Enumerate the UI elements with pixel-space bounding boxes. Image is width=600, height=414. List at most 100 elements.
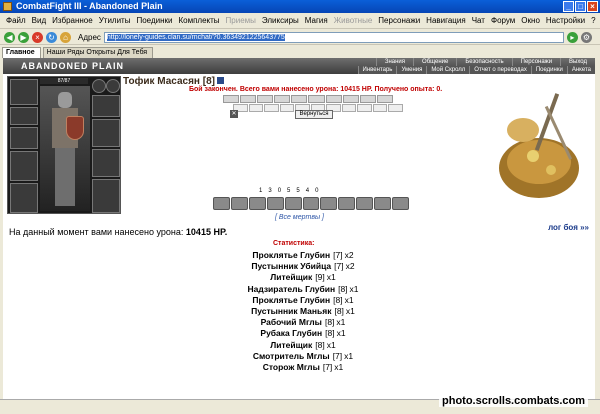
kill-row: Пустынник Убийца [7] x2 xyxy=(203,261,403,272)
skill-icon[interactable] xyxy=(302,197,320,210)
kill-level: [7] xyxy=(322,361,333,372)
menu-item[interactable]: Персонажи xyxy=(375,16,423,25)
skill-icon[interactable] xyxy=(320,197,338,210)
game-subnav-item[interactable]: Умения xyxy=(396,66,427,74)
back-arrow-icon[interactable]: ◀ xyxy=(4,31,15,43)
skill-icon[interactable] xyxy=(266,197,284,210)
kill-row: Проклятье Глубин [7] x2 xyxy=(203,250,403,261)
ring-slot[interactable] xyxy=(106,79,120,93)
bracer-slot[interactable] xyxy=(92,149,120,177)
kill-level: [7] xyxy=(332,350,343,361)
fight-log-link[interactable]: лог боя »» xyxy=(548,223,589,232)
skill-icon[interactable] xyxy=(248,197,266,210)
kill-row: Рабочий Мглы [8] x1 xyxy=(203,317,403,328)
close-fight-icon[interactable]: ✕ xyxy=(230,110,238,118)
info-icon[interactable] xyxy=(216,77,224,84)
character-panel: 87/87 xyxy=(7,76,121,214)
menu-item[interactable]: Поединки xyxy=(133,16,175,25)
all-dead-link[interactable]: [ Все мертвы ] xyxy=(275,214,324,221)
minimize-icon[interactable]: _ xyxy=(563,1,574,12)
go-icon[interactable]: ▸ xyxy=(566,31,578,43)
kill-row: Литейщик [8] x1 xyxy=(203,340,403,351)
close-icon[interactable]: × xyxy=(587,1,598,12)
helmet-slot[interactable] xyxy=(10,79,38,105)
skill-icon[interactable] xyxy=(213,197,230,210)
tab-guild[interactable]: Наши Ряды Открыты Для Тебя xyxy=(42,47,154,58)
menu-item[interactable]: Приемы xyxy=(223,16,259,25)
menu-item[interactable]: ? xyxy=(588,16,598,25)
ring-slot[interactable] xyxy=(92,79,106,93)
menu-item[interactable]: Эликсиры xyxy=(259,16,302,25)
game-subnav-item[interactable]: Отчет о переводах xyxy=(469,66,531,74)
menu-item[interactable]: Комплекты xyxy=(175,16,222,25)
menu-bar: Файл Вид Избранное Утилиты Поединки Комплекты… xyxy=(0,13,600,29)
menu-item[interactable]: Навигация xyxy=(423,16,469,25)
browser-window: CombatFight III - Abandoned Plain _ □ × … xyxy=(0,0,600,414)
skill-bar xyxy=(213,197,409,210)
game-subnav-item[interactable]: Инвентарь xyxy=(357,66,397,74)
kill-count: x1 xyxy=(349,283,359,294)
game-subnav-item[interactable]: Поединки xyxy=(530,66,567,74)
stat-value: 0 xyxy=(277,188,282,194)
game-header: ABANDONED PLAIN Знания Общение Безопасност… xyxy=(3,58,595,74)
kill-count: x1 xyxy=(344,350,354,361)
address-label: Адрес xyxy=(78,32,101,42)
kill-name: Проклятье Глубин xyxy=(252,294,331,305)
kill-level: [8] xyxy=(324,317,335,328)
sword-slot[interactable] xyxy=(10,151,38,181)
kill-count: x1 xyxy=(326,339,336,350)
stat-value: 1 xyxy=(259,188,263,194)
kill-name: Рабочий Мглы xyxy=(260,317,322,328)
character-figure xyxy=(40,86,90,211)
boots-slot[interactable] xyxy=(92,179,120,213)
address-input[interactable]: http://lonely-guides.clan.su/mchat/?0.36… xyxy=(103,31,564,43)
skill-icon[interactable] xyxy=(374,197,392,210)
skill-icon[interactable] xyxy=(356,197,374,210)
nav-toolbar: ◀ ▶ × ↻ ⌂ Адрес http://lonely-guides.cla… xyxy=(0,30,600,45)
kill-level: [8] xyxy=(338,283,348,294)
kill-level: [8] xyxy=(334,305,344,316)
tab-main[interactable]: Главное xyxy=(2,47,41,58)
weapon-slot[interactable] xyxy=(10,127,38,149)
watermark: photo.scrolls.combats.com xyxy=(439,395,589,407)
menu-item[interactable]: Утилиты xyxy=(96,16,134,25)
stop-icon[interactable]: × xyxy=(32,31,43,43)
figure-legs xyxy=(55,148,75,206)
loot-bag-icon xyxy=(499,93,579,198)
gloves-slot[interactable] xyxy=(92,95,120,117)
menu-item[interactable]: Форум xyxy=(488,16,518,25)
game-subnav-item[interactable]: Анкета xyxy=(566,66,595,74)
menu-item[interactable]: Окно xyxy=(518,16,543,25)
skill-icon[interactable] xyxy=(392,197,409,210)
menu-item[interactable]: Вид xyxy=(29,16,49,25)
refresh-icon[interactable]: ↻ xyxy=(46,31,57,43)
menu-item[interactable]: Чат xyxy=(469,16,488,25)
settings-icon[interactable]: ⚙ xyxy=(580,31,592,43)
kill-count: x1 xyxy=(334,361,344,372)
forward-arrow-icon[interactable]: ▶ xyxy=(18,31,29,43)
maximize-icon[interactable]: □ xyxy=(575,1,586,12)
menu-item[interactable]: Животные xyxy=(331,16,376,25)
back-button[interactable]: Вернуться xyxy=(295,110,333,119)
browser-tabs: Главное Наши Ряды Открыты Для Тебя xyxy=(0,46,600,58)
kill-level: [8] xyxy=(325,328,335,339)
skill-icon[interactable] xyxy=(284,197,302,210)
game-subnav-item[interactable]: Мой Скролл xyxy=(426,66,470,74)
amulet-slot[interactable] xyxy=(10,107,38,125)
home-icon[interactable]: ⌂ xyxy=(60,31,71,43)
kill-name: Проклятье Глубин xyxy=(252,250,331,260)
menu-item[interactable]: Магия xyxy=(302,16,331,25)
armor-slot[interactable] xyxy=(92,119,120,147)
belt-slot[interactable] xyxy=(10,183,38,213)
menu-item[interactable]: Файл xyxy=(3,16,29,25)
kill-name: Смотритель Мглы xyxy=(252,350,330,361)
game-sub-nav: Инвентарь Умения Мой Скролл Отчет о перевод… xyxy=(357,66,595,74)
figure-head xyxy=(58,92,72,108)
shield-icon xyxy=(66,116,84,140)
menu-item[interactable]: Избранное xyxy=(49,16,96,25)
skill-icon[interactable] xyxy=(230,197,248,210)
kill-level: [8] xyxy=(333,294,343,305)
skill-icon[interactable] xyxy=(338,197,356,210)
kill-row: Надзиратель Глубин [8] x1 xyxy=(203,284,403,295)
menu-item[interactable]: Настройки xyxy=(543,16,588,25)
